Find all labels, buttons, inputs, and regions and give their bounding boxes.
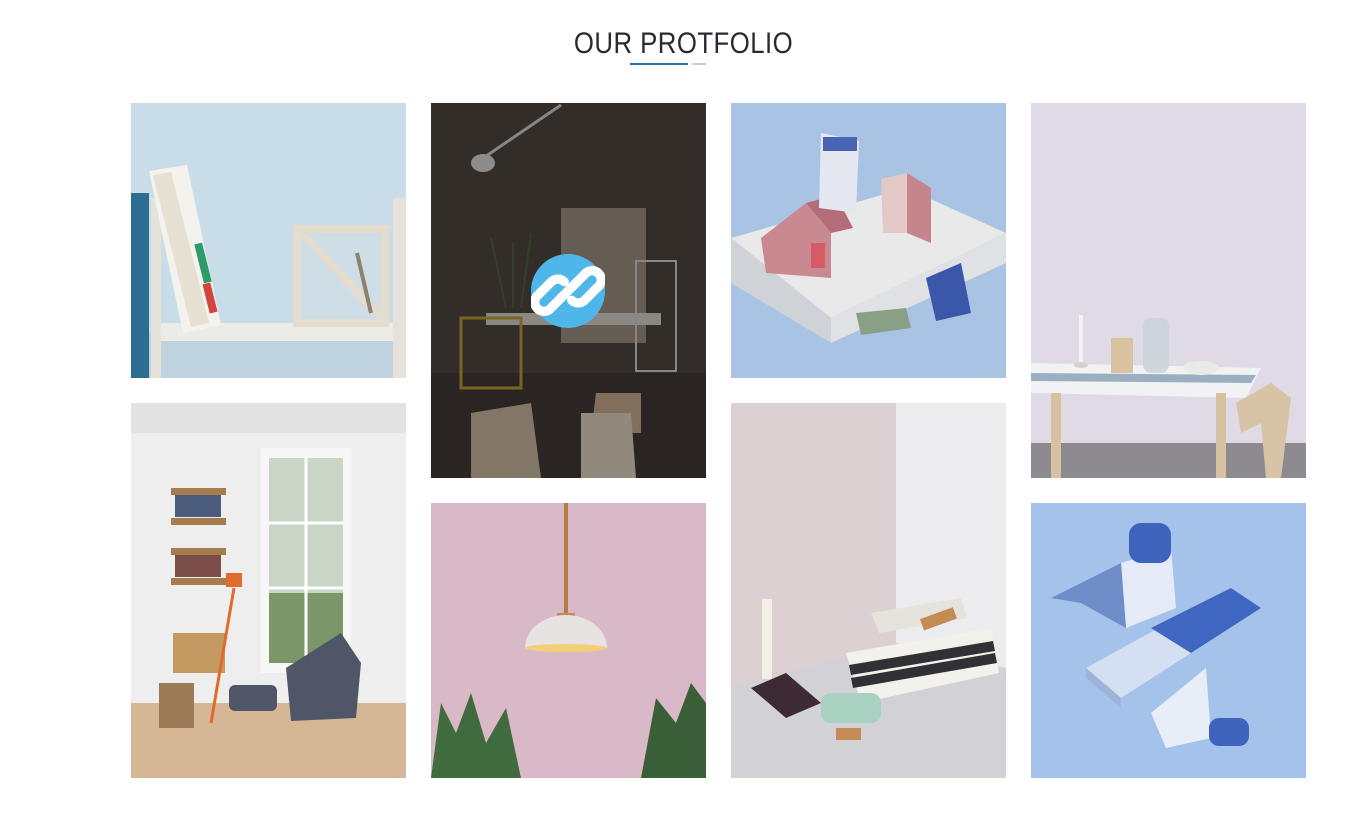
portfolio-image-reading-room [131, 403, 406, 778]
portfolio-item-reading-room[interactable] [131, 403, 406, 778]
portfolio-image-table-pastel [1031, 103, 1306, 478]
link-icon [531, 266, 605, 316]
portfolio-image-pendant-lamp [431, 503, 706, 778]
portfolio-item-shelf-books[interactable] [131, 103, 406, 378]
title-underline-accent [692, 63, 706, 65]
portfolio-item-paper-blue[interactable] [1031, 503, 1306, 778]
portfolio-image-paper-blue [1031, 503, 1306, 778]
portfolio-item-candle-books[interactable] [731, 403, 1006, 778]
portfolio-item-pendant-lamp[interactable] [431, 503, 706, 778]
portfolio-link-button[interactable] [531, 254, 605, 328]
portfolio-item-paper-houses[interactable] [731, 103, 1006, 378]
portfolio-item-dark-studio[interactable] [431, 103, 706, 478]
portfolio-image-shelf-books [131, 103, 406, 378]
section-title: OUR PROTFOLIO [573, 27, 794, 60]
portfolio-image-candle-books [731, 403, 1006, 778]
portfolio-item-table-pastel[interactable] [1031, 103, 1306, 478]
portfolio-image-paper-houses [731, 103, 1006, 378]
title-underline [630, 63, 688, 65]
